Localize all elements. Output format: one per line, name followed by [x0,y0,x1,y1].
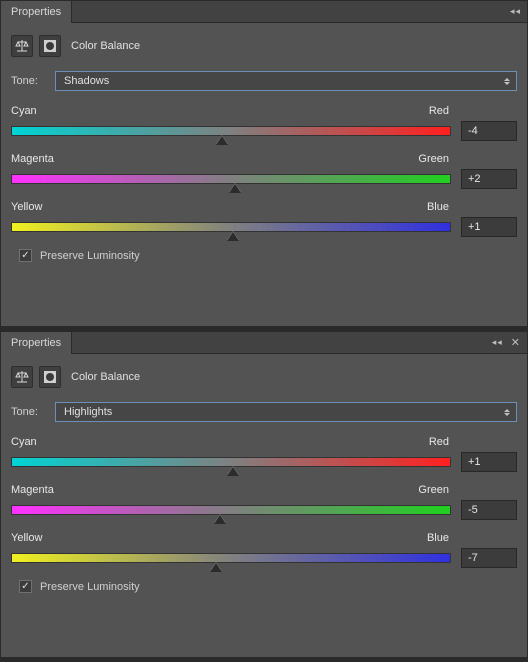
slider-labels: Cyan Red [11,436,517,448]
slider-right-label: Blue [427,201,449,213]
tone-select[interactable]: Shadows [55,71,517,91]
slider-thumb[interactable] [216,136,228,145]
adjustment-header: Color Balance [11,35,517,57]
slider-track[interactable] [11,222,451,232]
slider-value-input[interactable]: +1 [461,217,517,237]
slider-thumb[interactable] [214,515,226,524]
preserve-luminosity-checkbox[interactable]: ✓ [19,249,32,262]
slider-thumb[interactable] [210,563,222,572]
select-arrows-icon [504,409,510,416]
preserve-luminosity-row: ✓ Preserve Luminosity [11,580,517,593]
slider-right-label: Green [418,153,449,165]
collapse-icon[interactable]: ◂◂ [492,337,503,348]
slider-left-label: Magenta [11,153,54,165]
properties-panel: Properties ◂◂ ✕ Color Balance Tone: Highlight… [0,331,528,658]
slider-track[interactable] [11,457,451,467]
tone-label: Tone: [11,406,47,418]
slider-labels: Magenta Green [11,484,517,496]
mask-icon[interactable] [39,35,61,57]
slider-left-label: Cyan [11,436,37,448]
slider-value-input[interactable]: +1 [461,452,517,472]
slider-value-input[interactable]: -4 [461,121,517,141]
balance-scale-icon[interactable] [11,35,33,57]
slider-thumb[interactable] [229,184,241,193]
slider-row: -7 [11,548,517,568]
select-arrows-icon [504,78,510,85]
properties-tab[interactable]: Properties [1,332,72,354]
slider-labels: Magenta Green [11,153,517,165]
mask-icon[interactable] [39,366,61,388]
preserve-luminosity-checkbox[interactable]: ✓ [19,580,32,593]
slider-left-label: Cyan [11,105,37,117]
panel-titlebar: Properties ◂◂ ✕ [1,332,527,354]
slider-track[interactable] [11,505,451,515]
preserve-luminosity-label: Preserve Luminosity [40,581,140,593]
slider-block: Yellow Blue +1 [11,201,517,237]
panel-spacer [11,262,517,312]
slider-row: +1 [11,452,517,472]
slider-left-label: Yellow [11,201,42,213]
tone-select-value: Shadows [64,75,109,87]
slider-thumb[interactable] [227,467,239,476]
slider-block: Cyan Red +1 [11,436,517,472]
slider-block: Cyan Red -4 [11,105,517,141]
panel-body: Color Balance Tone: Shadows Cyan Red -4 Magent… [1,23,527,326]
adjustment-title: Color Balance [71,40,140,52]
titlebar-controls: ◂◂ [510,6,527,17]
slider-row: -5 [11,500,517,520]
slider-left-label: Magenta [11,484,54,496]
preserve-luminosity-row: ✓ Preserve Luminosity [11,249,517,262]
slider-labels: Yellow Blue [11,532,517,544]
panel-body: Color Balance Tone: Highlights Cyan Red +1 Mag… [1,354,527,657]
slider-thumb[interactable] [227,232,239,241]
slider-right-label: Red [429,105,449,117]
slider-track[interactable] [11,553,451,563]
collapse-icon[interactable]: ◂◂ [510,6,521,17]
close-icon[interactable]: ✕ [511,336,521,349]
properties-tab[interactable]: Properties [1,1,72,23]
slider-labels: Yellow Blue [11,201,517,213]
slider-track[interactable] [11,174,451,184]
titlebar-controls: ◂◂ ✕ [492,336,527,349]
slider-right-label: Green [418,484,449,496]
slider-row: -4 [11,121,517,141]
slider-block: Magenta Green +2 [11,153,517,189]
tone-label: Tone: [11,75,47,87]
slider-value-input[interactable]: -5 [461,500,517,520]
balance-scale-icon[interactable] [11,366,33,388]
slider-value-input[interactable]: +2 [461,169,517,189]
panel-titlebar: Properties ◂◂ [1,1,527,23]
adjustment-title: Color Balance [71,371,140,383]
slider-block: Magenta Green -5 [11,484,517,520]
slider-labels: Cyan Red [11,105,517,117]
slider-row: +1 [11,217,517,237]
slider-track[interactable] [11,126,451,136]
preserve-luminosity-label: Preserve Luminosity [40,250,140,262]
slider-block: Yellow Blue -7 [11,532,517,568]
tone-select-value: Highlights [64,406,112,418]
slider-left-label: Yellow [11,532,42,544]
tone-select[interactable]: Highlights [55,402,517,422]
tone-row: Tone: Highlights [11,402,517,422]
adjustment-header: Color Balance [11,366,517,388]
slider-right-label: Blue [427,532,449,544]
slider-value-input[interactable]: -7 [461,548,517,568]
panel-spacer [11,593,517,643]
slider-right-label: Red [429,436,449,448]
tone-row: Tone: Shadows [11,71,517,91]
slider-row: +2 [11,169,517,189]
properties-panel: Properties ◂◂ Color Balance Tone: Shadows Cya… [0,0,528,327]
